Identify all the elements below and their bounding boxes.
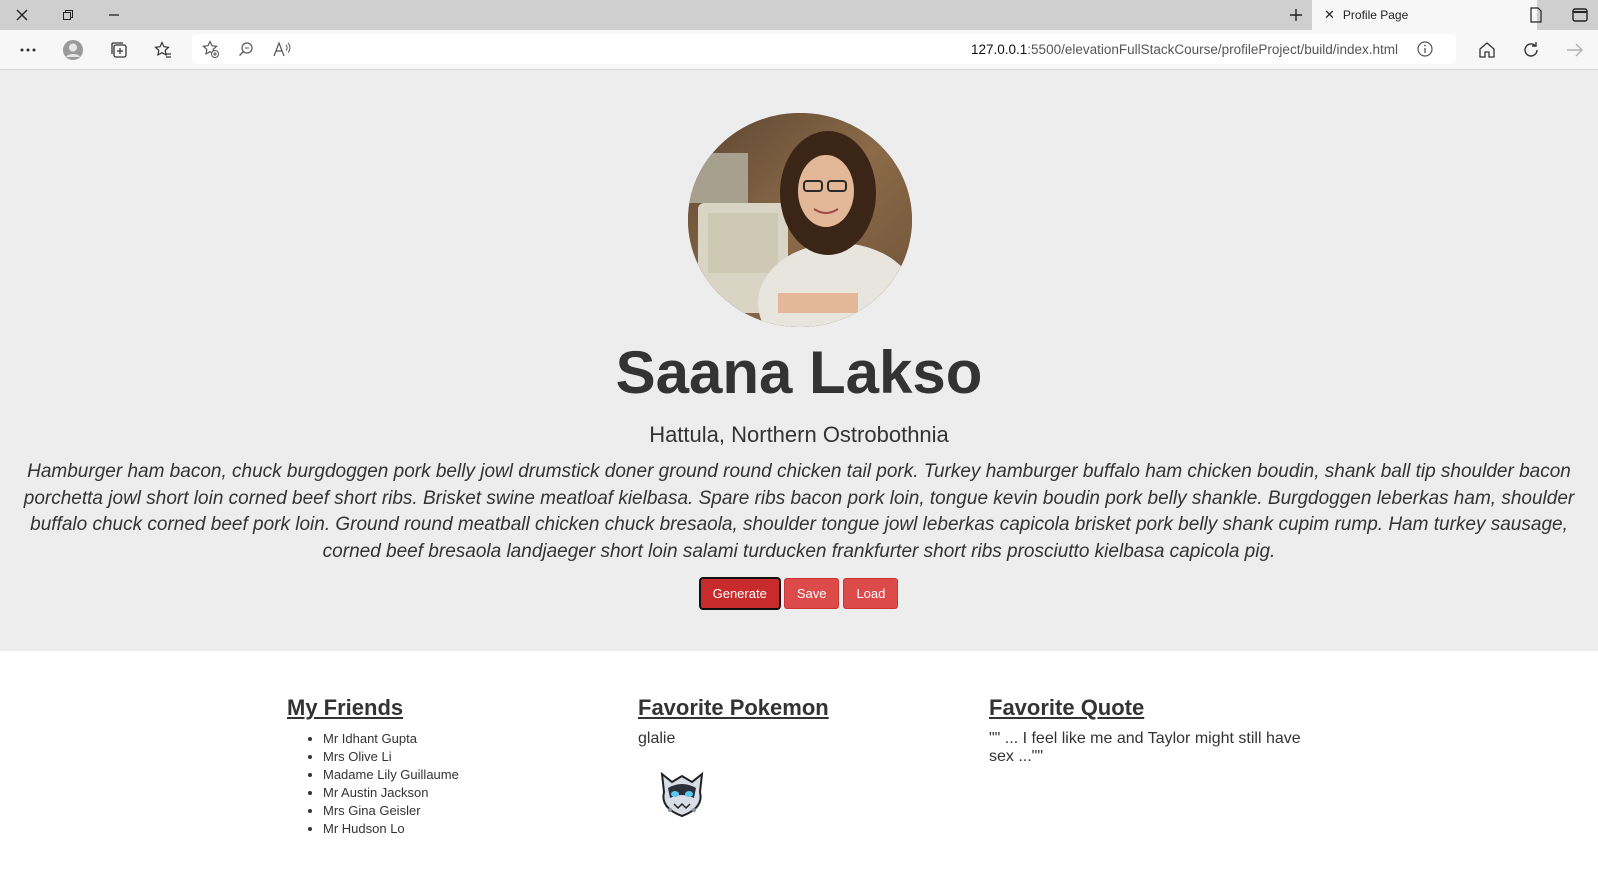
profile-icon[interactable] [62, 39, 84, 61]
collections-icon[interactable] [108, 39, 130, 61]
new-tab-icon[interactable] [1284, 4, 1308, 26]
list-item: Mr Austin Jackson [323, 784, 587, 802]
tab-profile-page[interactable]: ✕ Profile Page [1312, 0, 1537, 30]
refresh-icon[interactable] [1520, 39, 1542, 61]
more-icon[interactable] [17, 39, 39, 61]
url-text: 127.0.0.1:5500/elevationFullStackCourse/… [971, 42, 1398, 57]
list-item: Madame Lily Guillaume [323, 766, 587, 784]
minimize-icon[interactable] [102, 4, 126, 26]
list-item: Mr Hudson Lo [323, 820, 587, 838]
friends-section: My Friends Mr Idhant Gupta Mrs Olive Li … [287, 695, 587, 838]
profile-bio: Hamburger ham bacon, chuck burgdoggen po… [23, 461, 1575, 562]
url-box[interactable]: 127.0.0.1:5500/elevationFullStackCourse/… [192, 34, 1456, 64]
avatar [688, 113, 912, 327]
sidebar-icon[interactable] [1568, 4, 1592, 26]
address-bar: 127.0.0.1:5500/elevationFullStackCourse/… [0, 30, 1598, 70]
url-path: :5500/elevationFullStackCourse/profilePr… [1027, 42, 1398, 57]
pokemon-section: Favorite Pokemon glalie [638, 695, 938, 822]
page-icon[interactable] [1524, 4, 1548, 26]
forward-icon[interactable] [1564, 39, 1586, 61]
quote-section: Favorite Quote "" ... I feel like me and… [989, 695, 1319, 766]
tab-bar: ✕ Profile Page [0, 0, 1598, 30]
profile-location: Hattula, Northern Ostrobothnia [649, 422, 949, 447]
pokemon-heading: Favorite Pokemon [638, 695, 829, 720]
list-item: Mrs Gina Geisler [323, 802, 587, 820]
quote-text: "" ... I feel like me and Taylor might s… [989, 730, 1301, 765]
list-item: Mrs Olive Li [323, 748, 587, 766]
action-buttons: Generate Save Load [0, 577, 1598, 610]
profile-name: Saana Lakso [615, 339, 983, 406]
friends-list: Mr Idhant Gupta Mrs Olive Li Madame Lily… [287, 730, 587, 838]
close-icon[interactable] [10, 4, 34, 26]
home-icon[interactable] [1476, 39, 1498, 61]
tab-close-icon[interactable]: ✕ [1324, 7, 1335, 23]
add-favorite-icon[interactable] [200, 38, 222, 60]
friends-heading: My Friends [287, 695, 404, 720]
restore-icon[interactable] [56, 4, 80, 26]
tab-title: Profile Page [1342, 8, 1409, 22]
zoom-icon[interactable] [235, 38, 257, 60]
url-host: 127.0.0.1 [970, 42, 1028, 57]
pokemon-name: glalie [638, 730, 676, 747]
generate-button[interactable]: Generate [698, 577, 781, 610]
read-aloud-icon[interactable] [271, 38, 293, 60]
list-item: Mr Idhant Gupta [323, 730, 587, 748]
favorites-icon[interactable] [152, 39, 174, 61]
load-button[interactable]: Load [843, 578, 899, 609]
info-icon[interactable] [1414, 38, 1436, 60]
save-button[interactable]: Save [783, 578, 840, 609]
profile-header: Saana Lakso Hattula, Northern Ostrobothn… [0, 70, 1598, 651]
pokemon-sprite [654, 766, 710, 822]
quote-heading: Favorite Quote [989, 695, 1145, 720]
